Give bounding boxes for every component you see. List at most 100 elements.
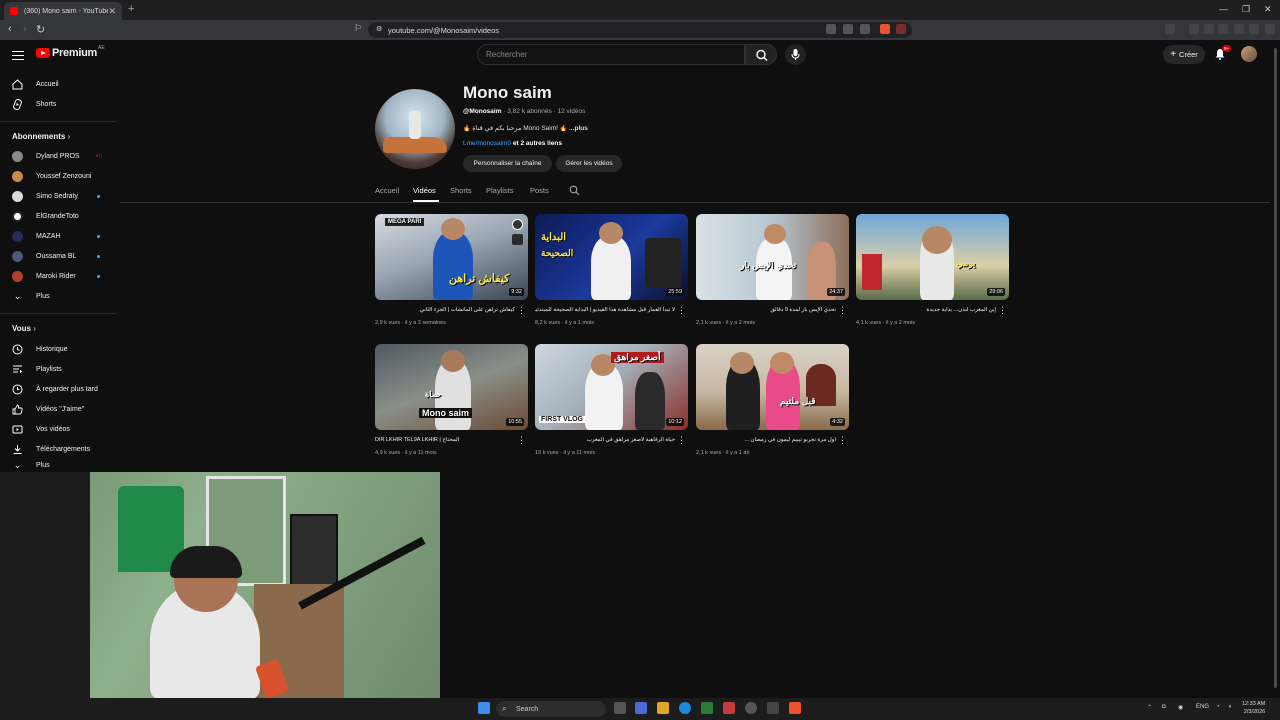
video-title[interactable]: حياة الرفاهية لأصغر مراهق في المغرب bbox=[535, 437, 675, 443]
customize-channel-button[interactable]: Personnaliser la chaîne bbox=[463, 155, 552, 172]
bookmark-icon[interactable]: ⚐ bbox=[354, 23, 362, 34]
rewards-icon[interactable] bbox=[896, 24, 906, 34]
search-button[interactable] bbox=[745, 44, 777, 65]
channel-search-icon[interactable] bbox=[569, 185, 580, 196]
sidebar-item-sub-maroki-rider[interactable]: Maroki Rider bbox=[0, 266, 116, 286]
wifi-icon[interactable]: ◔ bbox=[1216, 704, 1220, 710]
video-thumbnail[interactable]: تحدي الإيس بار 24:37 bbox=[696, 214, 849, 300]
page-scrollbar-thumb[interactable] bbox=[1274, 48, 1277, 688]
video-title[interactable]: أول مرة تجربو تيبيم ليمون في رمضان ... bbox=[696, 437, 836, 443]
start-menu-icon[interactable] bbox=[478, 702, 490, 714]
close-tab-icon[interactable]: ✕ bbox=[108, 6, 116, 17]
video-title[interactable]: لا تبدأ القمار قبل مشاهدة هذا الفيديو | … bbox=[535, 307, 675, 313]
tab-playlists[interactable]: Playlists bbox=[486, 186, 514, 195]
sidebar-item-watch-later[interactable]: À regarder plus tard bbox=[0, 379, 116, 399]
sidebar-item-sub-dyland-pros[interactable]: Dyland PROS ●)) bbox=[0, 146, 116, 166]
tray-app-icon[interactable]: ◘ bbox=[1162, 704, 1166, 710]
more-actions-icon[interactable]: ⋮ bbox=[838, 306, 847, 315]
media-icon[interactable] bbox=[1189, 24, 1199, 34]
tray-network-icon[interactable]: ◉ bbox=[1178, 704, 1183, 711]
sidebar-item-history[interactable]: Historique bbox=[0, 339, 116, 359]
create-button[interactable]: + Créer bbox=[1163, 45, 1205, 64]
video-title[interactable]: كيفاش تراهن على الماتشات | الجزء الثاني bbox=[375, 307, 515, 313]
channel-links[interactable]: t.me/monosaim0 et 2 autres liens bbox=[463, 140, 562, 147]
file-explorer-icon[interactable] bbox=[657, 702, 669, 714]
more-actions-icon[interactable]: ⋮ bbox=[838, 436, 847, 445]
puzzle-icon[interactable] bbox=[1234, 24, 1244, 34]
tab-shorts[interactable]: Shorts bbox=[450, 186, 472, 195]
app-icon[interactable] bbox=[701, 702, 713, 714]
back-icon[interactable]: ‹ bbox=[8, 23, 12, 35]
sidebar-item-playlists[interactable]: Playlists bbox=[0, 359, 116, 379]
sidebar-item-sub-simo-sedraty[interactable]: Simo Sedraty bbox=[0, 186, 116, 206]
account-avatar[interactable] bbox=[1241, 46, 1257, 62]
brave-icon[interactable] bbox=[789, 702, 801, 714]
reading-list-icon[interactable] bbox=[1204, 24, 1214, 34]
sidebar-item-home[interactable]: Accueil bbox=[0, 74, 116, 94]
sidebar-item-your-videos[interactable]: Vos vidéos bbox=[0, 419, 116, 439]
sidebar-item-more[interactable]: ⌄ Plus bbox=[0, 459, 116, 471]
you-heading[interactable]: Vous › bbox=[12, 324, 36, 333]
search-input[interactable]: Rechercher bbox=[477, 44, 745, 65]
taskbar-search[interactable]: ⌕ Search bbox=[496, 701, 606, 717]
sidebar-toggle-icon[interactable] bbox=[1165, 24, 1175, 34]
forward-icon[interactable]: › bbox=[23, 23, 27, 35]
hamburger-menu-icon[interactable] bbox=[12, 48, 24, 63]
brave-shield-icon[interactable] bbox=[880, 24, 890, 34]
voice-search-button[interactable] bbox=[785, 44, 806, 65]
sidebar-item-sub-elgrandetoto[interactable]: ElGrandeToto bbox=[0, 206, 116, 226]
wallet-icon[interactable] bbox=[1249, 24, 1259, 34]
extensions-icon[interactable] bbox=[1218, 24, 1228, 34]
translate-icon[interactable] bbox=[826, 24, 836, 34]
add-to-queue-icon[interactable] bbox=[512, 234, 523, 245]
more-actions-icon[interactable]: ⋮ bbox=[517, 436, 526, 445]
new-tab-icon[interactable]: + bbox=[128, 3, 134, 15]
browser-tab[interactable]: (360) Mono saim - YouTube ✕ bbox=[4, 2, 122, 20]
reload-icon[interactable]: ↻ bbox=[36, 23, 45, 36]
app-icon[interactable] bbox=[723, 702, 735, 714]
channel-description[interactable]: 🔥 مرحبا بكم في قناة Mono Saim! 🔥 ...plus bbox=[463, 124, 588, 132]
more-actions-icon[interactable]: ⋮ bbox=[677, 306, 686, 315]
video-title[interactable]: DIR LKHIR TEL9A LKHIR | المحتاج bbox=[375, 437, 515, 443]
clock[interactable]: 12:33 AM 2/3/2026 bbox=[1242, 700, 1265, 716]
install-app-icon[interactable] bbox=[843, 24, 853, 34]
volume-icon[interactable]: ◖ bbox=[1228, 704, 1232, 710]
video-thumbnail[interactable]: Mono saim حماة 10:55 bbox=[375, 344, 528, 430]
more-actions-icon[interactable]: ⋮ bbox=[998, 306, 1007, 315]
channel-avatar-large[interactable] bbox=[375, 89, 455, 169]
more-actions-icon[interactable]: ⋮ bbox=[517, 306, 526, 315]
video-thumbnail[interactable]: يومي 29:06 bbox=[856, 214, 1009, 300]
video-thumbnail[interactable]: MEGA PARI كيفاش تراهن 9:32 bbox=[375, 214, 528, 300]
video-thumbnail[interactable]: البداية الصحيحة 25:59 bbox=[535, 214, 688, 300]
task-view-icon[interactable] bbox=[614, 702, 626, 714]
tab-videos[interactable]: Vidéos bbox=[413, 186, 436, 195]
sidebar-item-sub-mazah[interactable]: MAZAH bbox=[0, 226, 116, 246]
site-info-icon[interactable]: ⚙ bbox=[376, 25, 382, 33]
sidebar-item-more-subs[interactable]: ⌄ Plus bbox=[0, 286, 116, 306]
video-thumbnail[interactable]: أصغر مراهق FIRST VLOG 10:12 bbox=[535, 344, 688, 430]
share-icon[interactable] bbox=[860, 24, 870, 34]
copilot-icon[interactable] bbox=[635, 702, 647, 714]
tab-home[interactable]: Accueil bbox=[375, 186, 399, 195]
close-window-icon[interactable]: ✕ bbox=[1264, 4, 1272, 15]
video-title[interactable]: تحدي الإيس بار لمدة 9 دقائق bbox=[696, 307, 836, 313]
tray-chevron-icon[interactable]: ⌃ bbox=[1147, 704, 1152, 711]
sidebar-item-sub-oussama-bl[interactable]: Oussama BL bbox=[0, 246, 116, 266]
maximize-icon[interactable]: ❐ bbox=[1242, 4, 1250, 15]
obs-icon[interactable] bbox=[745, 702, 757, 714]
more-actions-icon[interactable]: ⋮ bbox=[677, 436, 686, 445]
youtube-logo[interactable]: Premium AE bbox=[36, 45, 105, 59]
video-title[interactable]: إبن المغرب لندن... بداية جديدة bbox=[856, 307, 996, 313]
edge-icon[interactable] bbox=[679, 702, 691, 714]
watch-later-icon[interactable] bbox=[512, 219, 523, 230]
sidebar-item-liked[interactable]: Vidéos "J'aime" bbox=[0, 399, 116, 419]
manage-videos-button[interactable]: Gérer les vidéos bbox=[556, 155, 622, 172]
sidebar-item-shorts[interactable]: Shorts bbox=[0, 94, 116, 114]
language-indicator[interactable]: ENG bbox=[1196, 704, 1209, 710]
video-thumbnail[interactable]: قبل ملتيم 4:32 bbox=[696, 344, 849, 430]
tab-posts[interactable]: Posts bbox=[530, 186, 549, 195]
minimize-icon[interactable]: — bbox=[1219, 4, 1228, 14]
menu-icon[interactable] bbox=[1265, 24, 1275, 34]
sidebar-item-downloads[interactable]: Téléchargements bbox=[0, 439, 116, 459]
app-icon[interactable] bbox=[767, 702, 779, 714]
